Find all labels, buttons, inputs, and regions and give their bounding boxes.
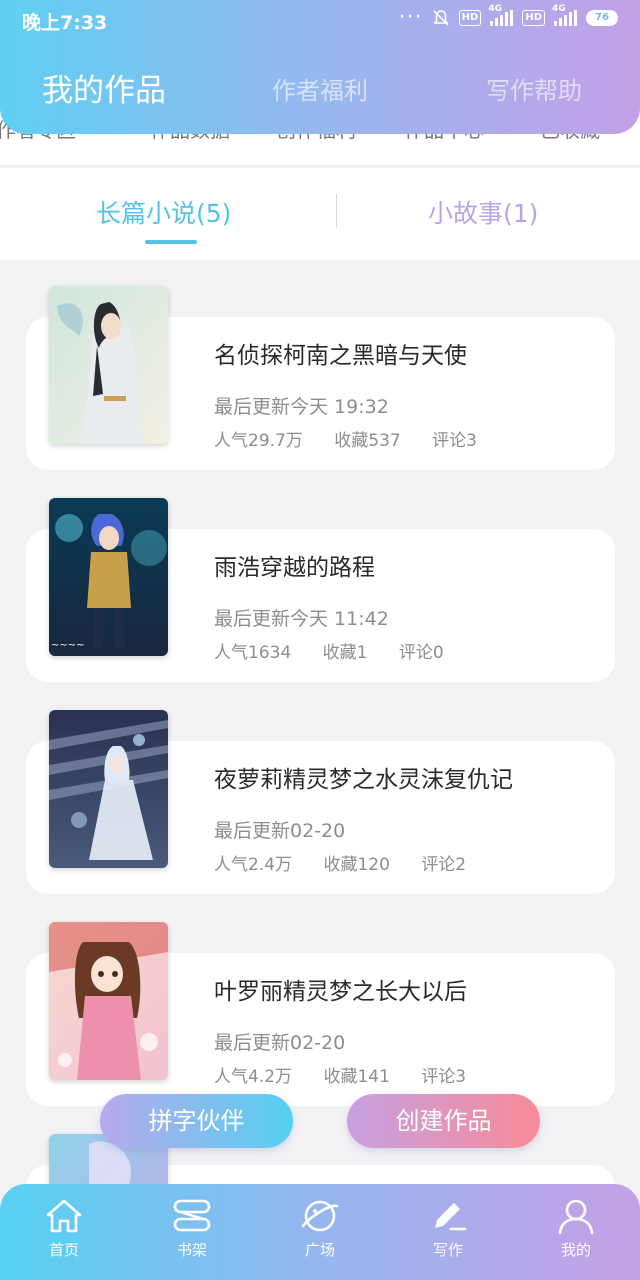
book-comments: 评论3: [421, 1067, 467, 1087]
pen-icon: [435, 1203, 467, 1231]
book-item[interactable]: 名侦探柯南之黑暗与天使 最后更新今天 19:32 人气29.7万 收藏537 评…: [0, 286, 640, 476]
book-item[interactable]: 叶罗丽精灵梦之长大以后 最后更新02-20 人气4.2万 收藏141 评论3: [0, 922, 640, 1112]
book-title: 叶罗丽精灵梦之长大以后: [214, 979, 467, 1005]
nav-write[interactable]: 写作: [403, 1196, 493, 1260]
book-title: 名侦探柯南之黑暗与天使: [214, 343, 467, 369]
top-tabs: 我的作品 作者福利 写作帮助: [0, 66, 640, 116]
signal-icon: 4G: [488, 4, 514, 26]
status-time: 晚上7:33: [22, 12, 108, 34]
tab-author-benefits[interactable]: 作者福利: [272, 66, 368, 116]
hd-badge: HD: [458, 10, 482, 26]
nav-label: 我的: [560, 1241, 591, 1259]
nav-square[interactable]: 广场: [275, 1196, 365, 1260]
book-title: 夜萝莉精灵梦之水灵沫复仇记: [214, 767, 513, 793]
tab-divider: [336, 194, 337, 228]
book-cover[interactable]: [49, 922, 168, 1080]
book-favorites: 收藏1: [322, 643, 368, 663]
signal-icon: 4G: [552, 4, 577, 26]
tab-writing-help[interactable]: 写作帮助: [486, 66, 582, 116]
work-type-tabs: 长篇小说(5) 小故事(1): [0, 168, 640, 260]
user-icon: [558, 1199, 594, 1235]
planet-icon: [301, 1200, 339, 1232]
mute-bell-icon: [433, 10, 449, 26]
bookshelf-icon: [173, 1199, 211, 1232]
nav-mine[interactable]: 我的: [531, 1196, 621, 1260]
book-item[interactable]: 夜萝莉精灵梦之水灵沫复仇记 最后更新02-20 人气2.4万 收藏120 评论2: [0, 710, 640, 900]
active-tab-indicator: [145, 240, 197, 244]
book-stats: 人气4.2万 收藏141 评论3: [214, 1062, 492, 1087]
bottom-nav: 首页 书架 广场 写作 我的: [0, 1184, 640, 1280]
nav-bookshelf[interactable]: 书架: [147, 1196, 237, 1260]
nav-label: 写作: [432, 1241, 463, 1259]
book-updated: 最后更新今天 19:32: [214, 396, 389, 418]
nav-home[interactable]: 首页: [19, 1196, 109, 1260]
book-updated: 最后更新今天 11:42: [214, 608, 389, 630]
app-header: 晚上7:33 ··· HD 4G HD 4G 76 我的作品 作者福利 写作帮助: [0, 0, 640, 134]
nav-label: 书架: [176, 1241, 207, 1259]
book-item[interactable]: ~~~~ 雨浩穿越的路程 最后更新今天 11:42 人气1634 收藏1 评论0: [0, 498, 640, 688]
svg-text:~~~~: ~~~~: [51, 640, 85, 651]
book-cover[interactable]: [49, 710, 168, 868]
book-title: 雨浩穿越的路程: [214, 555, 375, 581]
status-icons: ··· HD 4G HD 4G 76: [398, 4, 618, 30]
create-work-button[interactable]: 创建作品: [347, 1094, 540, 1148]
book-comments: 评论3: [432, 431, 477, 451]
tab-my-works[interactable]: 我的作品: [42, 66, 166, 116]
book-updated: 最后更新02-20: [214, 1032, 346, 1054]
more-dots-icon: ···: [398, 5, 423, 30]
book-popularity: 人气1634: [214, 643, 292, 663]
book-popularity: 人气4.2万: [214, 1067, 293, 1087]
nav-label: 广场: [304, 1241, 335, 1259]
book-cover[interactable]: [49, 286, 168, 444]
book-favorites: 收藏120: [323, 855, 390, 875]
tab-long-novels[interactable]: 长篇小说(5): [96, 194, 231, 230]
book-popularity: 人气2.4万: [214, 855, 293, 875]
book-updated: 最后更新02-20: [214, 820, 346, 842]
battery-icon: 76: [586, 10, 618, 26]
status-bar: 晚上7:33 ··· HD 4G HD 4G 76: [0, 0, 640, 40]
book-comments: 评论2: [421, 855, 467, 875]
nav-label: 首页: [48, 1241, 79, 1259]
book-cover[interactable]: ~~~~: [49, 498, 168, 656]
book-favorites: 收藏537: [334, 431, 401, 451]
book-popularity: 人气29.7万: [214, 431, 303, 451]
book-stats: 人气2.4万 收藏120 评论2: [214, 850, 492, 875]
tab-short-stories[interactable]: 小故事(1): [428, 194, 538, 230]
hd-badge: HD: [522, 10, 545, 26]
book-stats: 人气1634 收藏1 评论0: [214, 638, 470, 663]
book-stats: 人气29.7万 收藏537 评论3: [214, 426, 503, 451]
typing-partner-button[interactable]: 拼字伙伴: [100, 1094, 293, 1148]
book-comments: 评论0: [398, 643, 444, 663]
book-favorites: 收藏141: [323, 1067, 390, 1087]
home-icon: [46, 1199, 82, 1233]
